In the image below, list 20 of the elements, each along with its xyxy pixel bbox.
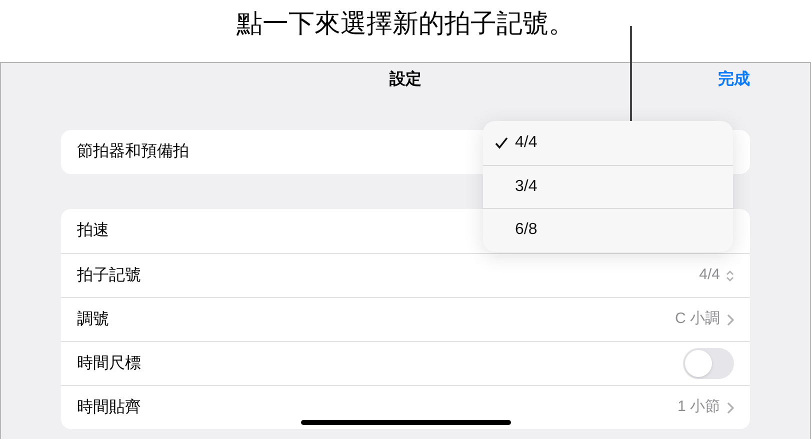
row-value[interactable]: 1 小節 bbox=[677, 396, 720, 419]
row-value[interactable]: C 小調 bbox=[675, 308, 720, 331]
row-label: 節拍器和預備拍 bbox=[77, 142, 189, 162]
row-label: 調號 bbox=[77, 310, 109, 330]
row-label: 時間尺標 bbox=[77, 354, 141, 374]
chevron-icon bbox=[726, 402, 734, 414]
callout-text: 點一下來選擇新的拍子記號。 bbox=[236, 7, 574, 40]
row-label: 拍速 bbox=[77, 220, 109, 241]
toggle-switch[interactable] bbox=[683, 348, 734, 379]
settings-title: 設定 bbox=[390, 69, 422, 90]
menu-item[interactable]: 4/4 bbox=[483, 121, 733, 164]
row-label: 拍子記號 bbox=[77, 266, 141, 286]
up-down-chevron-icon bbox=[726, 270, 734, 282]
menu-item[interactable]: 3/4 bbox=[483, 164, 733, 208]
menu-item[interactable]: 6/8 bbox=[483, 208, 733, 252]
row-value[interactable]: 4/4 bbox=[699, 264, 720, 287]
chevron-icon bbox=[726, 314, 734, 326]
checkmark-icon bbox=[495, 136, 508, 149]
row-label: 時間貼齊 bbox=[77, 398, 141, 418]
done-button[interactable]: 完成 bbox=[718, 68, 750, 92]
